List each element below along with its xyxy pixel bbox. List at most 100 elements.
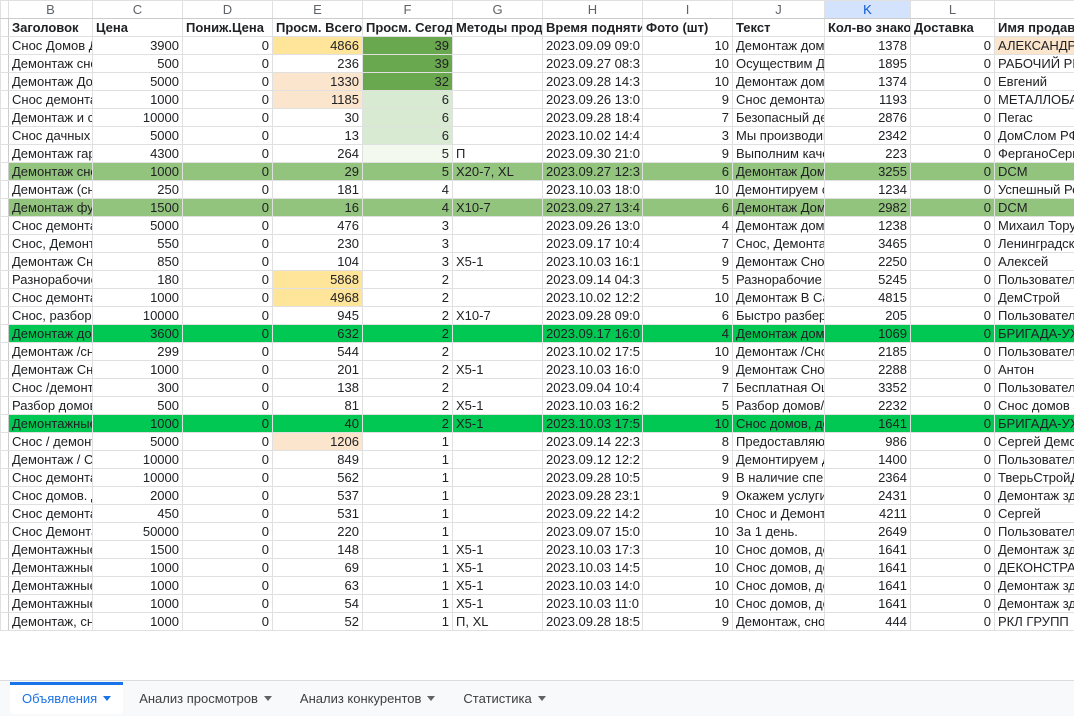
cell-F-10[interactable]: 3 [363,217,453,235]
cell-D-16[interactable]: 0 [183,325,273,343]
cell-G-15[interactable]: X10-7 [453,307,543,325]
cell-F-24[interactable]: 1 [363,469,453,487]
cell-H-8[interactable]: 2023.10.03 18:0 [543,181,643,199]
cell-G-1[interactable] [453,55,543,73]
cell-J-24[interactable]: В наличие спец [733,469,825,487]
cell-E-10[interactable]: 476 [273,217,363,235]
cell-F-13[interactable]: 2 [363,271,453,289]
cell-D-10[interactable]: 0 [183,217,273,235]
cell-G-6[interactable]: П [453,145,543,163]
cell-K-7[interactable]: 3255 [825,163,911,181]
cell-I-1[interactable]: 10 [643,55,733,73]
cell-J-29[interactable]: Снос домов, де [733,559,825,577]
cell-L-24[interactable]: 0 [911,469,995,487]
cell-B-17[interactable]: Демонтаж /снос [9,343,93,361]
cell-B-32[interactable]: Демонтаж, снос [9,613,93,631]
sheet-tab-Объявления[interactable]: Объявления [10,683,123,714]
cell-G-23[interactable] [453,451,543,469]
cell-B-7[interactable]: Демонтаж снос [9,163,93,181]
cell-H-9[interactable]: 2023.09.27 13:4 [543,199,643,217]
cell-L-32[interactable]: 0 [911,613,995,631]
cell-C-21[interactable]: 1000 [93,415,183,433]
col-header-C[interactable]: C [93,1,183,19]
cell-I-12[interactable]: 9 [643,253,733,271]
field-header-J[interactable]: Текст [733,19,825,37]
cell-D-20[interactable]: 0 [183,397,273,415]
cell-C-9[interactable]: 1500 [93,199,183,217]
cell-H-11[interactable]: 2023.09.17 10:4 [543,235,643,253]
cell-D-27[interactable]: 0 [183,523,273,541]
cell-J-27[interactable]: За 1 день. [733,523,825,541]
cell-K-0[interactable]: 1378 [825,37,911,55]
cell-I-5[interactable]: 3 [643,127,733,145]
cell-I-0[interactable]: 10 [643,37,733,55]
cell-M-6[interactable]: ФерганоСерв [995,145,1074,163]
cell-K-29[interactable]: 1641 [825,559,911,577]
cell-C-26[interactable]: 450 [93,505,183,523]
cell-G-25[interactable] [453,487,543,505]
cell-H-29[interactable]: 2023.10.03 14:5 [543,559,643,577]
cell-L-9[interactable]: 0 [911,199,995,217]
cell-I-14[interactable]: 10 [643,289,733,307]
cell-B-6[interactable]: Демонтаж гара [9,145,93,163]
cell-D-12[interactable]: 0 [183,253,273,271]
cell-C-12[interactable]: 850 [93,253,183,271]
cell-I-31[interactable]: 10 [643,595,733,613]
cell-K-3[interactable]: 1193 [825,91,911,109]
cell-C-23[interactable]: 10000 [93,451,183,469]
cell-row-17[interactable] [1,343,9,361]
field-header-C[interactable]: Цена [93,19,183,37]
cell-G-28[interactable]: X5-1 [453,541,543,559]
cell-M-32[interactable]: РКЛ ГРУПП [995,613,1074,631]
field-header-row[interactable] [1,19,9,37]
cell-E-15[interactable]: 945 [273,307,363,325]
cell-K-11[interactable]: 3465 [825,235,911,253]
cell-G-4[interactable] [453,109,543,127]
cell-H-16[interactable]: 2023.09.17 16:0 [543,325,643,343]
cell-F-8[interactable]: 4 [363,181,453,199]
cell-row-16[interactable] [1,325,9,343]
chevron-down-icon[interactable] [264,696,272,701]
cell-D-26[interactable]: 0 [183,505,273,523]
cell-K-30[interactable]: 1641 [825,577,911,595]
cell-row-2[interactable] [1,73,9,91]
cell-C-4[interactable]: 10000 [93,109,183,127]
cell-B-11[interactable]: Снос, Демонтаж [9,235,93,253]
cell-L-12[interactable]: 0 [911,253,995,271]
cell-K-8[interactable]: 1234 [825,181,911,199]
cell-G-18[interactable]: X5-1 [453,361,543,379]
row-header-blank[interactable] [995,1,1074,19]
cell-B-21[interactable]: Демонтажные р [9,415,93,433]
cell-J-9[interactable]: Демонтаж Домо [733,199,825,217]
cell-L-3[interactable]: 0 [911,91,995,109]
cell-G-29[interactable]: X5-1 [453,559,543,577]
cell-M-16[interactable]: БРИГАДА-УХ [995,325,1074,343]
cell-row-21[interactable] [1,415,9,433]
cell-M-26[interactable]: Сергей [995,505,1074,523]
cell-L-15[interactable]: 0 [911,307,995,325]
cell-D-30[interactable]: 0 [183,577,273,595]
cell-M-10[interactable]: Михаил Торут [995,217,1074,235]
cell-K-12[interactable]: 2250 [825,253,911,271]
cell-L-17[interactable]: 0 [911,343,995,361]
cell-F-26[interactable]: 1 [363,505,453,523]
cell-E-2[interactable]: 1330 [273,73,363,91]
cell-L-25[interactable]: 0 [911,487,995,505]
cell-row-14[interactable] [1,289,9,307]
cell-L-28[interactable]: 0 [911,541,995,559]
cell-E-30[interactable]: 63 [273,577,363,595]
cell-E-1[interactable]: 236 [273,55,363,73]
cell-C-10[interactable]: 5000 [93,217,183,235]
cell-L-14[interactable]: 0 [911,289,995,307]
cell-K-15[interactable]: 205 [825,307,911,325]
cell-B-10[interactable]: Снос демонтаж [9,217,93,235]
cell-L-10[interactable]: 0 [911,217,995,235]
cell-L-1[interactable]: 0 [911,55,995,73]
cell-C-1[interactable]: 500 [93,55,183,73]
cell-J-5[interactable]: Мы производим [733,127,825,145]
cell-F-0[interactable]: 39 [363,37,453,55]
cell-D-14[interactable]: 0 [183,289,273,307]
cell-row-19[interactable] [1,379,9,397]
cell-B-14[interactable]: Снос демонтаж [9,289,93,307]
cell-H-12[interactable]: 2023.10.03 16:1 [543,253,643,271]
